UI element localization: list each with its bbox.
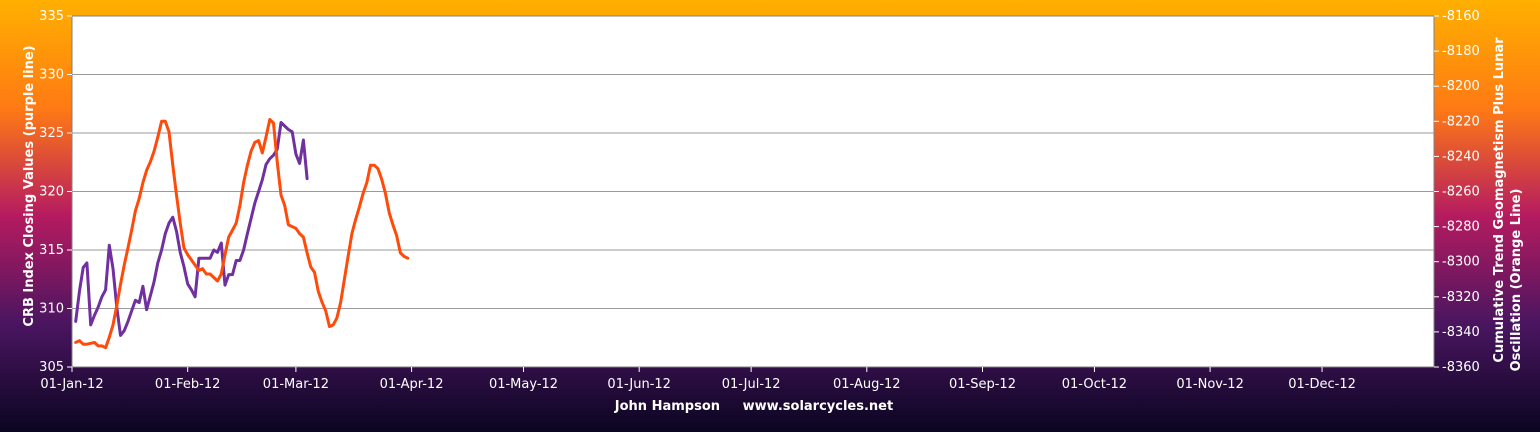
right-axis-title-line-2: Oscillation (Orange Line) [1509, 189, 1524, 372]
right-tick-label: -8360 [1442, 360, 1480, 375]
x-tick-label: 01-Dec-12 [1288, 377, 1356, 392]
right-tick-label: -8240 [1442, 149, 1480, 164]
chart-svg: 305 310 315 320 325 330 335 -8360 -8340 -8320 -83… [0, 0, 1540, 432]
x-tick-label: 01-Nov-12 [1176, 377, 1244, 392]
right-tick-label: -8280 [1442, 220, 1480, 235]
right-tick-label: -8340 [1442, 325, 1480, 340]
left-tick-label: 315 [39, 243, 64, 258]
chart-credit: John Hampson www.solarcycles.net [614, 399, 893, 414]
right-tick-label: -8180 [1442, 44, 1480, 59]
left-tick-label: 310 [39, 302, 64, 317]
right-axis-title-line-1: Cumulative Trend Geomagnetism Plus Lunar [1492, 37, 1507, 363]
x-tick-label: 01-Jun-12 [607, 377, 671, 392]
x-tick-label: 01-Jul-12 [722, 377, 781, 392]
right-tick-label: -8220 [1442, 114, 1480, 129]
left-axis-title: CRB Index Closing Values (purple line) [22, 45, 37, 326]
left-tick-label: 330 [39, 68, 64, 83]
right-tick-label: -8300 [1442, 255, 1480, 270]
chart-root: 305 310 315 320 325 330 335 -8360 -8340 -8320 -83… [0, 0, 1540, 432]
right-tick-label: -8260 [1442, 185, 1480, 200]
x-tick-label: 01-Aug-12 [833, 377, 901, 392]
x-tick-label: 01-Sep-12 [949, 377, 1016, 392]
x-tick-label: 01-Jan-12 [40, 377, 103, 392]
left-tick-label: 335 [39, 9, 64, 24]
x-tick-label: 01-May-12 [489, 377, 558, 392]
x-tick-label: 01-Oct-12 [1062, 377, 1127, 392]
x-tick-label: 01-Apr-12 [380, 377, 444, 392]
right-tick-label: -8320 [1442, 290, 1480, 305]
left-tick-label: 305 [39, 360, 64, 375]
right-tick-label: -8160 [1442, 9, 1480, 24]
right-tick-label: -8200 [1442, 79, 1480, 94]
left-tick-label: 320 [39, 185, 64, 200]
left-tick-label: 325 [39, 126, 64, 141]
x-tick-label: 01-Mar-12 [263, 377, 329, 392]
x-tick-label: 01-Feb-12 [155, 377, 220, 392]
